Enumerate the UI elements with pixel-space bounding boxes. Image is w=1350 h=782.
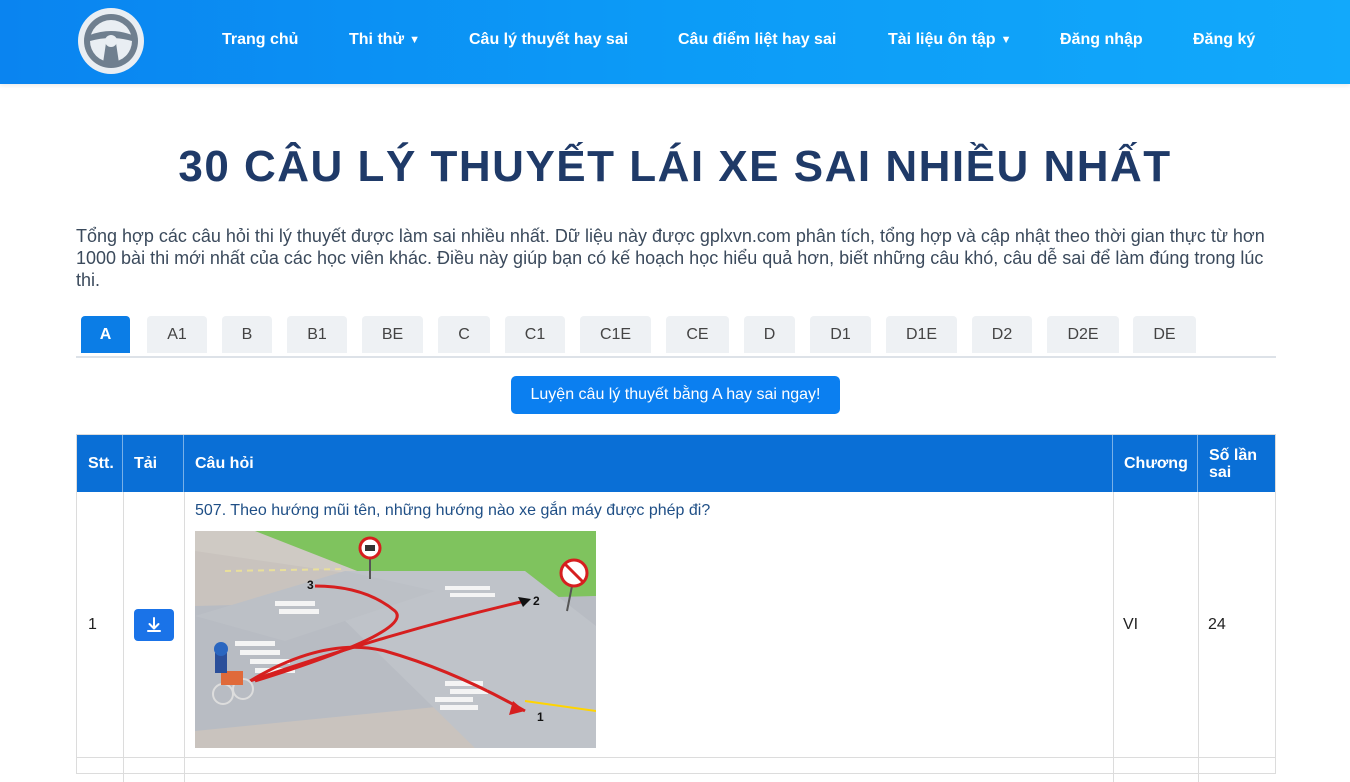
tab-a[interactable]: A bbox=[81, 316, 130, 353]
tab-d1[interactable]: D1 bbox=[810, 316, 871, 353]
row-divider bbox=[77, 757, 1275, 758]
table-header: Stt. Tải Câu hỏi Chương Số lần sai bbox=[77, 435, 1275, 492]
row-chapter: VI bbox=[1123, 616, 1139, 633]
nav-home[interactable]: Trang chủ bbox=[222, 31, 298, 49]
nav-home-label: Trang chủ bbox=[222, 31, 299, 48]
tab-c1e[interactable]: C1E bbox=[580, 316, 651, 353]
site-header: Trang chủ Thi thử ▼ Câu lý thuyết hay sai… bbox=[0, 0, 1350, 84]
tab-b1[interactable]: B1 bbox=[287, 316, 347, 353]
nav-login-label: Đăng nhập bbox=[1060, 31, 1143, 48]
license-tabs: A A1 B B1 BE C C1 C1E CE D D1 D1E D2 D2E… bbox=[76, 316, 1276, 358]
figure-label-1: 1 bbox=[537, 710, 544, 724]
nav-theory-wrong[interactable]: Câu lý thuyết hay sai bbox=[469, 31, 628, 49]
question-text[interactable]: 507. Theo hướng mũi tên, những hướng nào… bbox=[195, 502, 710, 520]
tab-d1e[interactable]: D1E bbox=[886, 316, 957, 353]
column-divider bbox=[184, 492, 185, 782]
column-divider bbox=[1113, 492, 1114, 782]
nav-register[interactable]: Đăng ký bbox=[1193, 31, 1255, 49]
caret-down-icon: ▼ bbox=[409, 34, 421, 46]
tab-d[interactable]: D bbox=[744, 316, 795, 353]
tab-de[interactable]: DE bbox=[1133, 316, 1196, 353]
caret-down-icon: ▼ bbox=[1000, 34, 1012, 46]
tab-be[interactable]: BE bbox=[362, 316, 423, 353]
row-stt: 1 bbox=[88, 616, 97, 633]
row-wrong-count: 24 bbox=[1208, 616, 1226, 633]
nav-practice-test[interactable]: Thi thử ▼ bbox=[349, 31, 420, 49]
main-nav: Trang chủ Thi thử ▼ Câu lý thuyết hay sai… bbox=[0, 0, 1350, 84]
tab-a1[interactable]: A1 bbox=[147, 316, 207, 353]
header-question: Câu hỏi bbox=[184, 435, 1113, 492]
tab-c[interactable]: C bbox=[438, 316, 490, 353]
nav-practice-test-label: Thi thử bbox=[349, 31, 405, 48]
tab-ce[interactable]: CE bbox=[666, 316, 729, 353]
tab-d2e[interactable]: D2E bbox=[1047, 316, 1119, 353]
tab-d2[interactable]: D2 bbox=[972, 316, 1032, 353]
page-title: 30 CÂU LÝ THUYẾT LÁI XE SAI NHIỀU NHẤT bbox=[178, 142, 1172, 191]
nav-documents[interactable]: Tài liệu ôn tập ▼ bbox=[888, 31, 1011, 49]
questions-table: Stt. Tải Câu hỏi Chương Số lần sai 1 507… bbox=[76, 434, 1276, 782]
nav-critical-wrong-label: Câu điểm liệt hay sai bbox=[678, 31, 837, 48]
header-chapter: Chương bbox=[1113, 435, 1198, 492]
page-description: Tổng hợp các câu hỏi thi lý thuyết được … bbox=[76, 226, 1265, 290]
header-download: Tải bbox=[123, 435, 184, 492]
figure-label-2: 2 bbox=[533, 594, 540, 608]
tab-c1[interactable]: C1 bbox=[505, 316, 565, 353]
tab-b[interactable]: B bbox=[222, 316, 272, 353]
header-stt: Stt. bbox=[77, 435, 123, 492]
header-wrong-count: Số lần sai bbox=[1209, 446, 1258, 481]
figure-label-3: 3 bbox=[307, 578, 314, 592]
practice-now-button[interactable]: Luyện câu lý thuyết bằng A hay sai ngay! bbox=[511, 376, 840, 414]
question-illustration: 3 2 1 bbox=[195, 531, 596, 748]
nav-register-label: Đăng ký bbox=[1193, 31, 1256, 48]
column-divider bbox=[123, 492, 124, 782]
nav-theory-wrong-label: Câu lý thuyết hay sai bbox=[469, 31, 629, 48]
column-divider bbox=[1198, 492, 1199, 782]
nav-login[interactable]: Đăng nhập bbox=[1060, 31, 1143, 49]
nav-documents-label: Tài liệu ôn tập bbox=[888, 31, 996, 48]
nav-critical-wrong[interactable]: Câu điểm liệt hay sai bbox=[678, 31, 836, 49]
download-icon bbox=[147, 617, 161, 632]
download-button[interactable] bbox=[134, 609, 174, 641]
